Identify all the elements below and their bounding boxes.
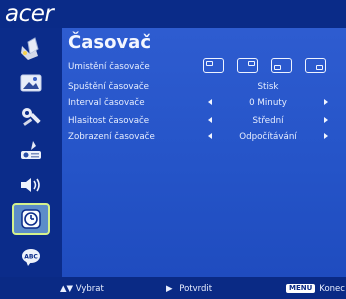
row-timer-start[interactable]: Spuštění časovače Stisk — [68, 79, 338, 95]
timer-interval-value: 0 Minuty — [249, 98, 287, 108]
sidebar-item-color[interactable] — [0, 32, 62, 66]
confirm-label: Potvrdit — [179, 284, 213, 294]
top-left-mark — [206, 60, 213, 66]
svg-text:ABC: ABC — [24, 254, 38, 261]
right-triangle-icon: ▶ — [166, 284, 173, 294]
position-bottom-right-button[interactable] — [305, 58, 326, 73]
active-frame — [12, 203, 50, 235]
exit-label: Konec — [319, 284, 345, 294]
row-timer-interval[interactable]: Interval časovače 0 Minuty — [68, 95, 338, 111]
up-down-arrows-icon: ▲▼ — [60, 284, 74, 294]
speaker-icon — [21, 178, 40, 192]
sidebar-item-image[interactable] — [0, 66, 62, 100]
right-arrow-icon[interactable] — [324, 117, 328, 123]
menu-key-icon: MENU — [286, 284, 316, 293]
timer-interval-label: Interval časovače — [68, 98, 145, 108]
position-top-left-button[interactable] — [203, 58, 224, 73]
sidebar: ABC — [0, 28, 62, 277]
position-bottom-left-button[interactable] — [271, 58, 292, 73]
timer-volume-value: Střední — [252, 116, 284, 126]
footer: ▲▼ Vybrat ▶ Potvrdit MENU Konec — [0, 277, 346, 299]
timer-start-value: Stisk — [257, 82, 279, 92]
bottom-left-mark — [274, 65, 281, 70]
select-label: Vybrat — [75, 284, 104, 294]
position-top-right-button[interactable] — [237, 58, 258, 73]
row-timer-display[interactable]: Zobrazení časovače Odpočítávání — [68, 129, 338, 145]
left-arrow-icon[interactable] — [208, 117, 212, 123]
picture-icon — [20, 74, 42, 92]
timer-position-label: Umistění časovače — [68, 62, 150, 72]
footer-exit-hint: MENU Konec — [286, 284, 345, 294]
projector-icon — [21, 141, 41, 159]
acer-logo: acer — [5, 1, 54, 27]
right-arrow-icon[interactable] — [324, 133, 328, 139]
sidebar-item-timer[interactable] — [0, 202, 62, 236]
top-bar: acer — [0, 0, 346, 28]
footer-select-hint: ▲▼ Vybrat — [60, 284, 104, 294]
timer-position-options — [203, 58, 333, 76]
timer-display-value: Odpočítávání — [239, 132, 297, 142]
sidebar-item-projector[interactable] — [0, 134, 62, 168]
bottom-right-mark — [316, 65, 323, 70]
main-panel: Časovač Umistění časovače Spuštění časov… — [62, 28, 346, 277]
footer-confirm-hint: ▶ Potvrdit — [166, 284, 212, 294]
timer-volume-label: Hlasitost časovače — [68, 116, 150, 126]
palette-icon — [21, 37, 39, 60]
abc-icon: ABC — [22, 249, 40, 266]
left-arrow-icon[interactable] — [208, 133, 212, 139]
timer-start-label: Spuštění časovače — [68, 82, 150, 92]
row-timer-volume[interactable]: Hlasitost časovače Střední — [68, 113, 338, 129]
sidebar-item-audio[interactable] — [0, 168, 62, 202]
top-right-mark — [248, 60, 255, 66]
projector-osd: acer ABC Časovač Umistění časovače Spušt… — [0, 0, 346, 299]
clock-icon — [21, 209, 41, 229]
page-title: Časovač — [68, 32, 151, 53]
gear-wrench-icon — [22, 108, 41, 126]
sidebar-item-language[interactable]: ABC — [0, 240, 62, 274]
right-arrow-icon[interactable] — [324, 99, 328, 105]
sidebar-item-management[interactable] — [0, 100, 62, 134]
timer-display-label: Zobrazení časovače — [68, 132, 155, 142]
left-arrow-icon[interactable] — [208, 99, 212, 105]
